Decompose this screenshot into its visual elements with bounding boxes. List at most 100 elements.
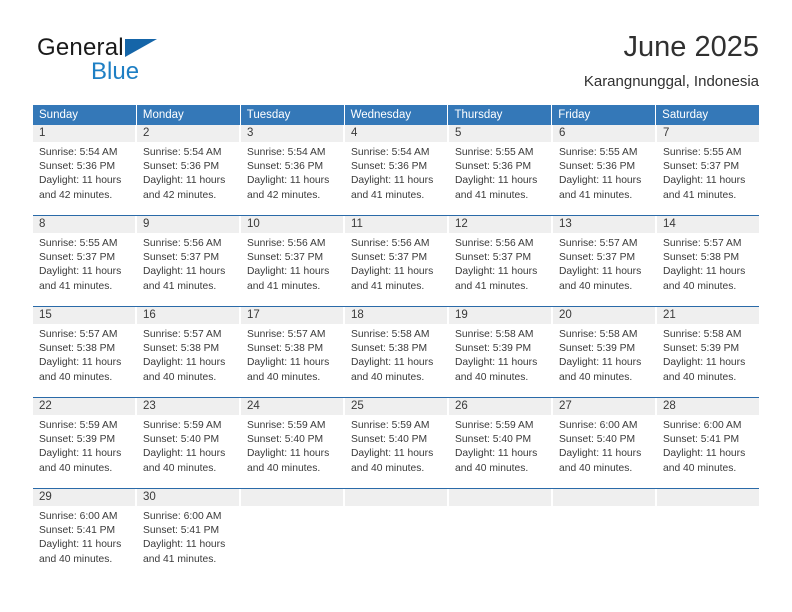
daylight-text-line1: Daylight: 11 hours (247, 448, 330, 460)
sunset-text: Sunset: 5:36 PM (351, 161, 428, 173)
sunset-text: Sunset: 5:38 PM (143, 343, 220, 355)
daylight-text-line1: Daylight: 11 hours (39, 175, 122, 187)
day-number: 15 (33, 307, 135, 324)
sunset-text: Sunset: 5:37 PM (39, 252, 116, 264)
day-cell[interactable]: 22 Sunrise: 5:59 AM Sunset: 5:39 PM Dayl… (33, 398, 137, 488)
daylight-text-line1: Daylight: 11 hours (143, 266, 226, 278)
week-row: 29 Sunrise: 6:00 AM Sunset: 5:41 PM Dayl… (33, 488, 759, 573)
weekday-header-sunday: Sunday (33, 105, 137, 125)
weekday-header-monday: Monday (136, 105, 241, 125)
sunset-text: Sunset: 5:37 PM (455, 252, 532, 264)
sunset-text: Sunset: 5:37 PM (559, 252, 636, 264)
daylight-text-line1: Daylight: 11 hours (663, 357, 746, 369)
daylight-text-line2: and 40 minutes. (559, 280, 633, 292)
day-cell[interactable]: 1 Sunrise: 5:54 AM Sunset: 5:36 PM Dayli… (33, 125, 137, 215)
sunset-text: Sunset: 5:39 PM (39, 434, 116, 446)
sunset-text: Sunset: 5:36 PM (39, 161, 116, 173)
day-cell[interactable]: 14 Sunrise: 5:57 AM Sunset: 5:38 PM Dayl… (657, 216, 759, 306)
day-cell[interactable]: 4 Sunrise: 5:54 AM Sunset: 5:36 PM Dayli… (345, 125, 449, 215)
sunset-text: Sunset: 5:39 PM (663, 343, 740, 355)
daylight-text-line2: and 40 minutes. (247, 371, 321, 383)
day-cell[interactable]: 3 Sunrise: 5:54 AM Sunset: 5:36 PM Dayli… (241, 125, 345, 215)
calendar-page: General Blue June 2025 Karangnunggal, In… (0, 0, 792, 612)
daylight-text-line1: Daylight: 11 hours (247, 266, 330, 278)
day-cell[interactable]: 25 Sunrise: 5:59 AM Sunset: 5:40 PM Dayl… (345, 398, 449, 488)
day-details: Sunrise: 5:59 AM Sunset: 5:40 PM Dayligh… (241, 415, 343, 476)
daylight-text-line2: and 40 minutes. (39, 462, 113, 474)
day-details: Sunrise: 5:54 AM Sunset: 5:36 PM Dayligh… (345, 142, 447, 203)
daylight-text-line2: and 40 minutes. (559, 462, 633, 474)
page-title: June 2025 (623, 31, 759, 63)
day-cell[interactable]: 10 Sunrise: 5:56 AM Sunset: 5:37 PM Dayl… (241, 216, 345, 306)
day-cell[interactable]: 29 Sunrise: 6:00 AM Sunset: 5:41 PM Dayl… (33, 489, 137, 573)
day-cell[interactable]: 26 Sunrise: 5:59 AM Sunset: 5:40 PM Dayl… (449, 398, 553, 488)
weekday-header-wednesday: Wednesday (344, 105, 449, 125)
day-number: 5 (449, 125, 551, 142)
weekday-header-thursday: Thursday (448, 105, 553, 125)
day-details: Sunrise: 5:59 AM Sunset: 5:40 PM Dayligh… (137, 415, 239, 476)
sunrise-text: Sunrise: 5:59 AM (247, 420, 326, 431)
day-cell[interactable]: 7 Sunrise: 5:55 AM Sunset: 5:37 PM Dayli… (657, 125, 759, 215)
sunrise-text: Sunrise: 5:54 AM (247, 147, 326, 158)
day-number: 21 (657, 307, 759, 324)
day-cell[interactable]: 17 Sunrise: 5:57 AM Sunset: 5:38 PM Dayl… (241, 307, 345, 397)
day-cell[interactable]: 27 Sunrise: 6:00 AM Sunset: 5:40 PM Dayl… (553, 398, 657, 488)
day-number: 26 (449, 398, 551, 415)
week-row: 22 Sunrise: 5:59 AM Sunset: 5:39 PM Dayl… (33, 397, 759, 488)
daylight-text-line1: Daylight: 11 hours (143, 175, 226, 187)
daylight-text-line1: Daylight: 11 hours (351, 448, 434, 460)
day-details: Sunrise: 5:56 AM Sunset: 5:37 PM Dayligh… (137, 233, 239, 294)
day-cell[interactable]: 16 Sunrise: 5:57 AM Sunset: 5:38 PM Dayl… (137, 307, 241, 397)
day-cell[interactable]: 18 Sunrise: 5:58 AM Sunset: 5:38 PM Dayl… (345, 307, 449, 397)
day-cell[interactable]: 6 Sunrise: 5:55 AM Sunset: 5:36 PM Dayli… (553, 125, 657, 215)
day-details: Sunrise: 5:57 AM Sunset: 5:38 PM Dayligh… (33, 324, 135, 385)
day-number: 30 (137, 489, 239, 506)
sunset-text: Sunset: 5:40 PM (559, 434, 636, 446)
weekday-header-tuesday: Tuesday (240, 105, 345, 125)
sunrise-text: Sunrise: 5:55 AM (663, 147, 742, 158)
day-number: 7 (657, 125, 759, 142)
day-number: 25 (345, 398, 447, 415)
logo-text-blue: Blue (91, 58, 140, 85)
sunrise-text: Sunrise: 5:55 AM (39, 238, 118, 249)
daylight-text-line2: and 40 minutes. (247, 462, 321, 474)
day-cell[interactable]: 24 Sunrise: 5:59 AM Sunset: 5:40 PM Dayl… (241, 398, 345, 488)
daylight-text-line1: Daylight: 11 hours (559, 448, 642, 460)
daylight-text-line1: Daylight: 11 hours (559, 175, 642, 187)
day-details: Sunrise: 5:59 AM Sunset: 5:39 PM Dayligh… (33, 415, 135, 476)
sunrise-text: Sunrise: 5:54 AM (351, 147, 430, 158)
day-cell[interactable]: 13 Sunrise: 5:57 AM Sunset: 5:37 PM Dayl… (553, 216, 657, 306)
day-details: Sunrise: 5:57 AM Sunset: 5:38 PM Dayligh… (241, 324, 343, 385)
day-cell[interactable]: 23 Sunrise: 5:59 AM Sunset: 5:40 PM Dayl… (137, 398, 241, 488)
day-cell[interactable]: 20 Sunrise: 5:58 AM Sunset: 5:39 PM Dayl… (553, 307, 657, 397)
day-cell[interactable]: 30 Sunrise: 6:00 AM Sunset: 5:41 PM Dayl… (137, 489, 241, 573)
daylight-text-line1: Daylight: 11 hours (455, 448, 538, 460)
day-cell[interactable]: 12 Sunrise: 5:56 AM Sunset: 5:37 PM Dayl… (449, 216, 553, 306)
general-blue-logo[interactable]: General Blue (37, 34, 237, 92)
day-cell[interactable]: 8 Sunrise: 5:55 AM Sunset: 5:37 PM Dayli… (33, 216, 137, 306)
day-cell[interactable]: 9 Sunrise: 5:56 AM Sunset: 5:37 PM Dayli… (137, 216, 241, 306)
day-cell[interactable]: 2 Sunrise: 5:54 AM Sunset: 5:36 PM Dayli… (137, 125, 241, 215)
daylight-text-line2: and 41 minutes. (143, 553, 217, 565)
daylight-text-line1: Daylight: 11 hours (143, 448, 226, 460)
daylight-text-line1: Daylight: 11 hours (351, 175, 434, 187)
day-number: 28 (657, 398, 759, 415)
day-details: Sunrise: 5:54 AM Sunset: 5:36 PM Dayligh… (241, 142, 343, 203)
day-cell[interactable]: 28 Sunrise: 6:00 AM Sunset: 5:41 PM Dayl… (657, 398, 759, 488)
day-cell[interactable]: 21 Sunrise: 5:58 AM Sunset: 5:39 PM Dayl… (657, 307, 759, 397)
day-number: 1 (33, 125, 135, 142)
daylight-text-line1: Daylight: 11 hours (351, 357, 434, 369)
day-cell[interactable]: 19 Sunrise: 5:58 AM Sunset: 5:39 PM Dayl… (449, 307, 553, 397)
sunrise-text: Sunrise: 5:56 AM (247, 238, 326, 249)
day-cell[interactable]: 15 Sunrise: 5:57 AM Sunset: 5:38 PM Dayl… (33, 307, 137, 397)
triangle-icon (125, 39, 157, 57)
day-cell[interactable]: 5 Sunrise: 5:55 AM Sunset: 5:36 PM Dayli… (449, 125, 553, 215)
day-number: 27 (553, 398, 655, 415)
day-number: 19 (449, 307, 551, 324)
page-subtitle: Karangnunggal, Indonesia (583, 73, 759, 90)
day-cell-empty (241, 489, 345, 573)
day-cell[interactable]: 11 Sunrise: 5:56 AM Sunset: 5:37 PM Dayl… (345, 216, 449, 306)
sunset-text: Sunset: 5:36 PM (143, 161, 220, 173)
day-number: 8 (33, 216, 135, 233)
sunrise-text: Sunrise: 5:57 AM (559, 238, 638, 249)
